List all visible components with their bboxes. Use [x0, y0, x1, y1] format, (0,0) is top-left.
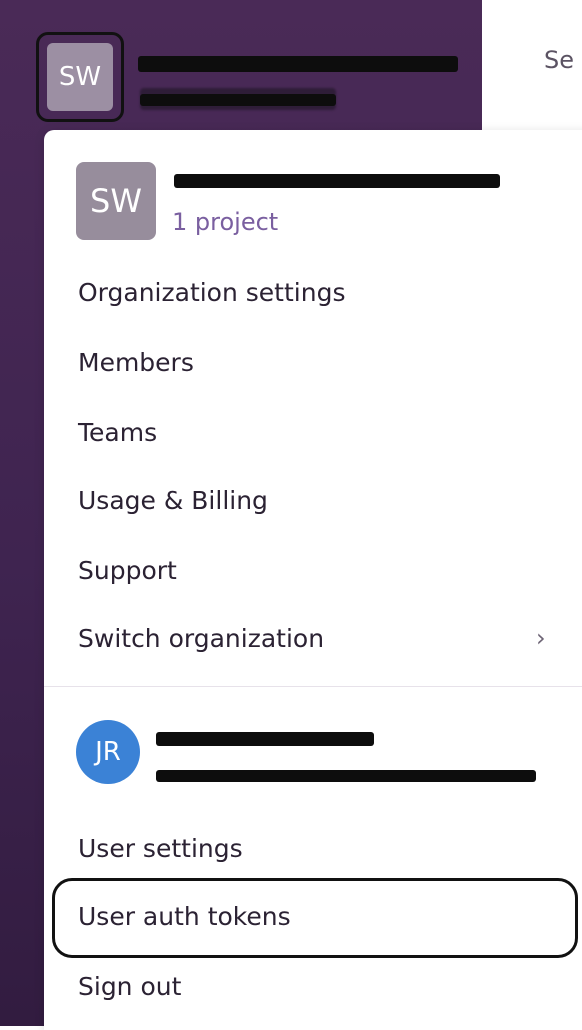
menu-item-sign-out[interactable]: Sign out — [78, 972, 181, 1001]
menu-item-members[interactable]: Members — [78, 348, 194, 377]
user-avatar: JR — [76, 720, 140, 784]
menu-item-switch-organization[interactable]: Switch organization — [78, 624, 324, 653]
header-org-name-redacted — [138, 56, 458, 72]
header-user-name-redacted — [140, 94, 336, 106]
org-dropdown-menu: SW 1 project Organization settings Membe… — [44, 130, 582, 1030]
org-name-redacted — [174, 174, 500, 188]
menu-item-support[interactable]: Support — [78, 556, 177, 585]
org-avatar: SW — [76, 162, 156, 240]
menu-item-user-settings[interactable]: User settings — [78, 834, 243, 863]
user-email-redacted — [156, 770, 536, 782]
user-name-redacted — [156, 732, 374, 746]
topbar-search-text[interactable]: Se — [544, 46, 574, 74]
org-project-count: 1 project — [172, 208, 279, 236]
menu-item-organization-settings[interactable]: Organization settings — [78, 278, 345, 307]
menu-item-teams[interactable]: Teams — [78, 418, 157, 447]
header-org-avatar: SW — [47, 43, 113, 111]
chevron-right-icon: › — [536, 624, 546, 652]
menu-item-user-auth-tokens[interactable]: User auth tokens — [78, 902, 291, 931]
menu-divider — [44, 686, 582, 687]
org-switcher-button[interactable]: SW — [36, 32, 124, 122]
menu-item-usage-billing[interactable]: Usage & Billing — [78, 486, 268, 515]
